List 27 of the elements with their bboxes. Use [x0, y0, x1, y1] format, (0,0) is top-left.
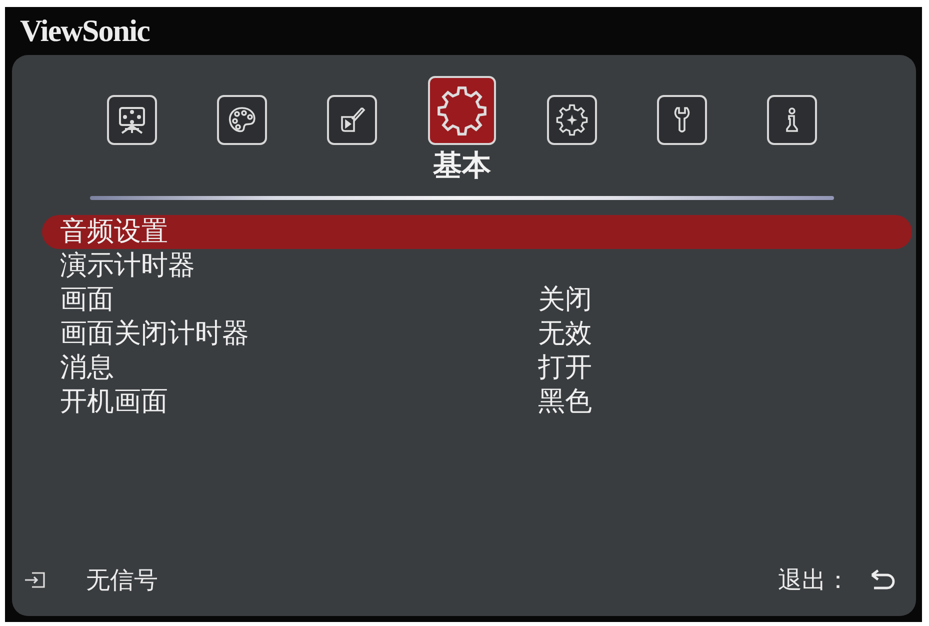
input-source-icon [24, 570, 46, 590]
menu-item[interactable]: 画面 关闭 [42, 283, 912, 317]
menu-item[interactable]: 画面关闭计时器 无效 [42, 317, 912, 351]
brand-logo: ViewSonic [20, 13, 150, 49]
setting-value: 黑色 [538, 385, 593, 419]
setting-value: 关闭 [538, 283, 593, 317]
menu-tab[interactable] [657, 95, 707, 145]
settings-icon [437, 86, 487, 136]
exit-label: 退出： [778, 565, 850, 596]
gear-sparkle-icon [556, 104, 588, 136]
menu-tab[interactable] [327, 95, 377, 145]
palette-icon [227, 105, 257, 135]
menu-tab[interactable] [547, 95, 597, 145]
menu-item[interactable]: 音频设置 [42, 215, 912, 249]
menu-item[interactable]: 演示计时器 [42, 249, 912, 283]
signal-status: 无信号 [86, 565, 158, 596]
tab-title: 基本 [433, 148, 491, 182]
menu-tab[interactable] [428, 76, 496, 145]
menu-item[interactable]: 消息 打开 [42, 351, 912, 385]
projection-screen-icon [117, 105, 147, 135]
menu-item[interactable]: 开机画面 黑色 [42, 385, 912, 419]
setting-value: 无效 [538, 317, 593, 351]
menu-tab[interactable] [217, 95, 267, 145]
return-icon[interactable] [870, 569, 896, 591]
menu-tab[interactable] [107, 95, 157, 145]
setting-value: 打开 [538, 351, 593, 385]
menu-tab[interactable] [767, 95, 817, 145]
